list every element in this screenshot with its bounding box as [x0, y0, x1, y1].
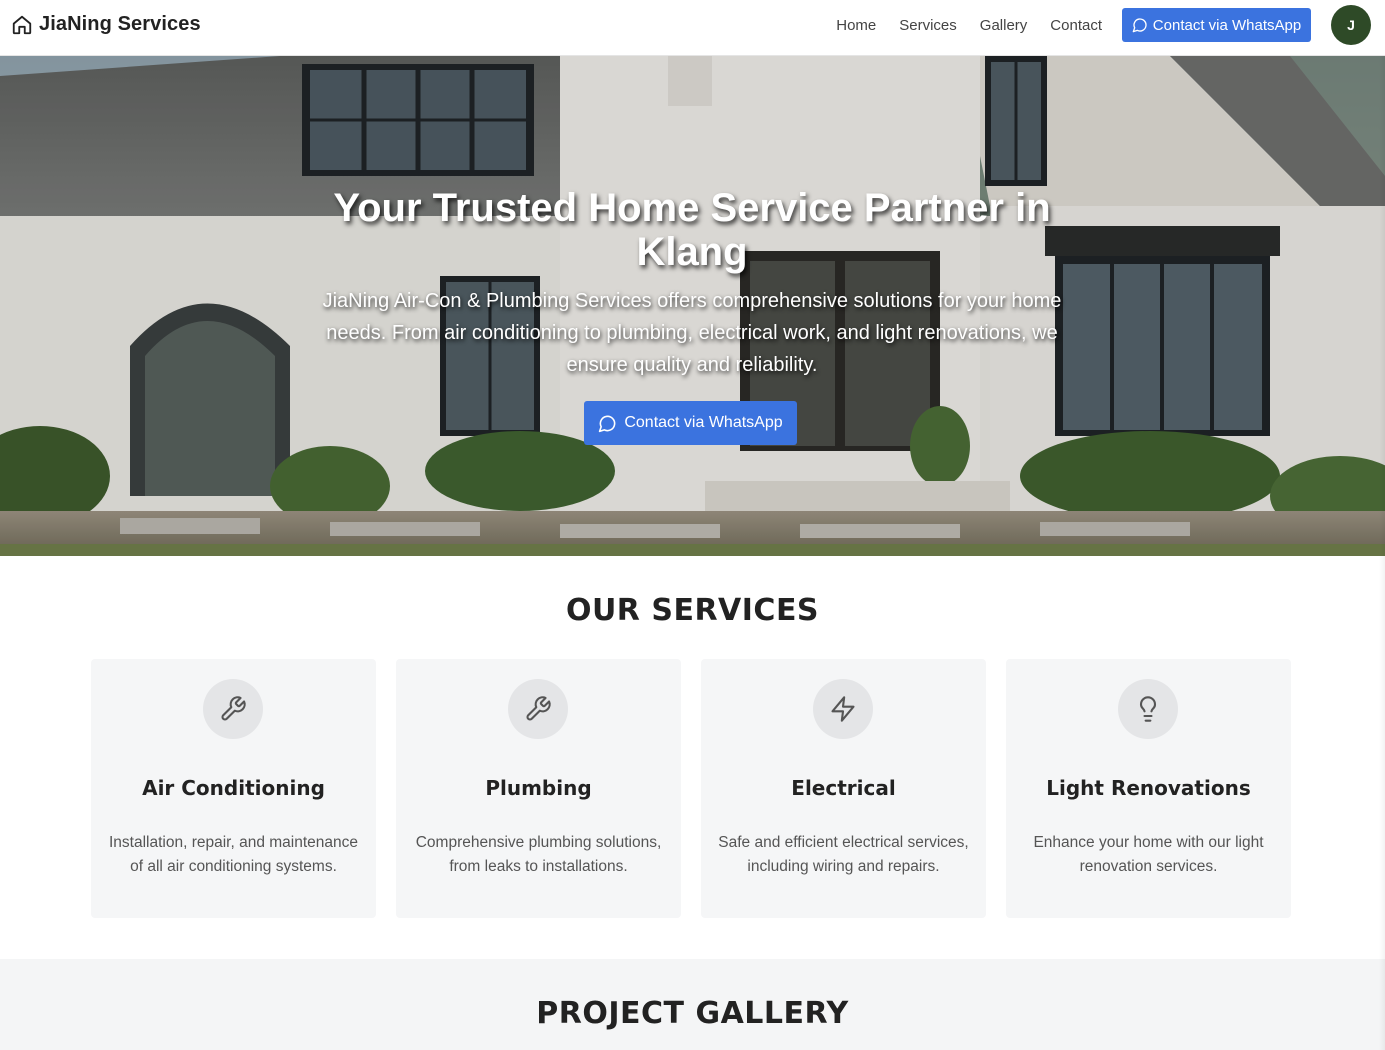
- nav-gallery[interactable]: Gallery: [980, 17, 1028, 34]
- nav-services[interactable]: Services: [899, 17, 957, 34]
- wrench-icon: [203, 679, 263, 739]
- hero-title: Your Trusted Home Service Partner in Kla…: [333, 186, 1051, 274]
- service-description: Enhance your home with our light renovat…: [1033, 834, 1264, 875]
- service-title: Light Renovations: [1046, 776, 1251, 800]
- hero-subtitle: JiaNing Air-Con & Plumbing Services offe…: [322, 290, 1062, 376]
- scroll-edge-shadow: [1379, 56, 1385, 1050]
- service-card-electrical[interactable]: Electrical Safe and efficient electrical…: [701, 659, 986, 918]
- message-circle-icon: [1132, 18, 1147, 33]
- service-title: Plumbing: [485, 776, 592, 800]
- message-circle-icon: [599, 415, 616, 432]
- gallery-heading: PROJECT GALLERY: [536, 996, 849, 1031]
- service-title: Air Conditioning: [142, 776, 325, 800]
- brand[interactable]: JiaNing Services: [11, 13, 201, 36]
- hero-whatsapp-label: Contact via WhatsApp: [624, 414, 783, 431]
- service-title: Electrical: [791, 776, 896, 800]
- service-card-plumbing[interactable]: Plumbing Comprehensive plumbing solution…: [396, 659, 681, 918]
- service-card-light-renovations[interactable]: Light Renovations Enhance your home with…: [1006, 659, 1291, 918]
- service-card-air-conditioning[interactable]: Air Conditioning Installation, repair, a…: [91, 659, 376, 918]
- service-description: Comprehensive plumbing solutions, from l…: [415, 834, 662, 875]
- lightning-icon: [813, 679, 873, 739]
- service-description: Safe and efficient electrical services, …: [718, 834, 969, 875]
- site-header: JiaNing Services Home Services Gallery C…: [0, 0, 1385, 56]
- lightbulb-icon: [1118, 679, 1178, 739]
- home-icon: [12, 15, 32, 34]
- service-description: Installation, repair, and maintenance of…: [108, 834, 359, 875]
- brand-name: JiaNing Services: [39, 13, 201, 35]
- header-whatsapp-label: Contact via WhatsApp: [1152, 16, 1302, 34]
- nav-contact[interactable]: Contact: [1050, 17, 1102, 34]
- services-heading: OUR SERVICES: [565, 593, 820, 628]
- user-avatar[interactable]: J: [1331, 5, 1371, 45]
- hero-whatsapp-button[interactable]: Contact via WhatsApp: [584, 401, 797, 445]
- nav-home[interactable]: Home: [836, 17, 876, 34]
- wrench-icon: [508, 679, 568, 739]
- hero-section: Your Trusted Home Service Partner in Kla…: [0, 56, 1385, 556]
- main-nav: Home Services Gallery Contact: [836, 17, 1102, 34]
- header-whatsapp-button[interactable]: Contact via WhatsApp: [1122, 8, 1311, 42]
- gallery-section: PROJECT GALLERY: [0, 959, 1385, 1050]
